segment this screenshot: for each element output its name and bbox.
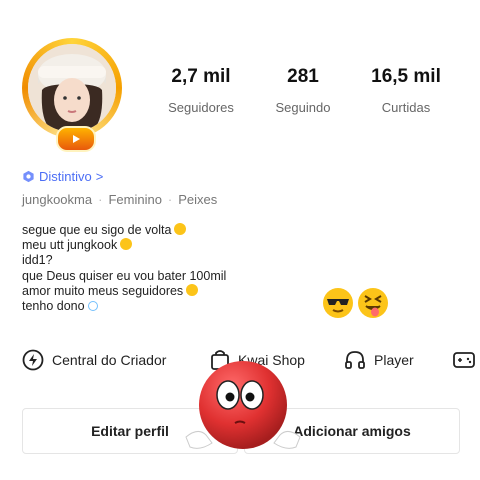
- tongue-face-icon: [358, 288, 388, 318]
- followers-stat[interactable]: 2,7 mil Seguidores: [146, 66, 256, 115]
- creator-center-button[interactable]: Central do Criador: [22, 349, 166, 371]
- likes-count: 16,5 mil: [371, 66, 441, 87]
- emoji-icon: [186, 283, 199, 296]
- username: jungkookma: [22, 192, 93, 207]
- ring-icon: [87, 301, 98, 312]
- bio-line: meu utt jungkook: [22, 238, 226, 253]
- bio-line: amor muito meus seguidores: [22, 283, 226, 299]
- edit-profile-label: Editar perfil: [91, 423, 169, 439]
- following-label: Seguindo: [275, 100, 331, 115]
- likes-stat[interactable]: 16,5 mil Curtidas: [351, 66, 461, 115]
- separator-dot: ·: [167, 192, 173, 207]
- following-count: 281: [287, 66, 319, 87]
- profile-meta: jungkookma · Feminino · Peixes: [22, 192, 217, 207]
- badge-label: Distintivo: [39, 169, 92, 184]
- headphones-icon: [345, 351, 365, 369]
- followers-count: 2,7 mil: [171, 66, 231, 87]
- bio-line: que Deus quiser eu vou bater 100mil: [22, 268, 227, 283]
- cool-face-icon: [323, 288, 353, 318]
- lightning-icon: [22, 349, 44, 371]
- add-friends-label: Adicionar amigos: [293, 423, 411, 439]
- red-mascot-sticker: [185, 361, 301, 449]
- following-stat[interactable]: 281 Seguindo: [248, 66, 358, 115]
- emoji-icon: [120, 238, 133, 251]
- player-label: Player: [374, 352, 414, 368]
- zodiac-sign: Peixes: [178, 192, 218, 207]
- player-button[interactable]: Player: [344, 349, 414, 371]
- profile-avatar[interactable]: [16, 34, 134, 152]
- bio-line: tenho dono: [22, 299, 226, 314]
- bio-line: segue que eu sigo de volta: [22, 223, 226, 238]
- gamepad-icon: [453, 352, 475, 368]
- profile-bio: segue que eu sigo de volta meu utt jungk…: [22, 223, 226, 314]
- games-button[interactable]: [452, 349, 476, 371]
- avatar-photo: [28, 44, 116, 132]
- live-badge-icon: [56, 126, 96, 152]
- bio-line: idd1?: [22, 253, 53, 268]
- separator-dot: ·: [98, 192, 103, 207]
- gender: Feminino: [108, 192, 162, 207]
- emoji-icon: [174, 223, 187, 235]
- chevron-right-icon: >: [95, 169, 104, 184]
- creator-center-label: Central do Criador: [52, 352, 167, 368]
- followers-label: Seguidores: [168, 100, 234, 115]
- likes-label: Curtidas: [381, 100, 431, 115]
- badge-link[interactable]: Distintivo >: [22, 169, 103, 184]
- hexagon-badge-icon: [23, 170, 34, 183]
